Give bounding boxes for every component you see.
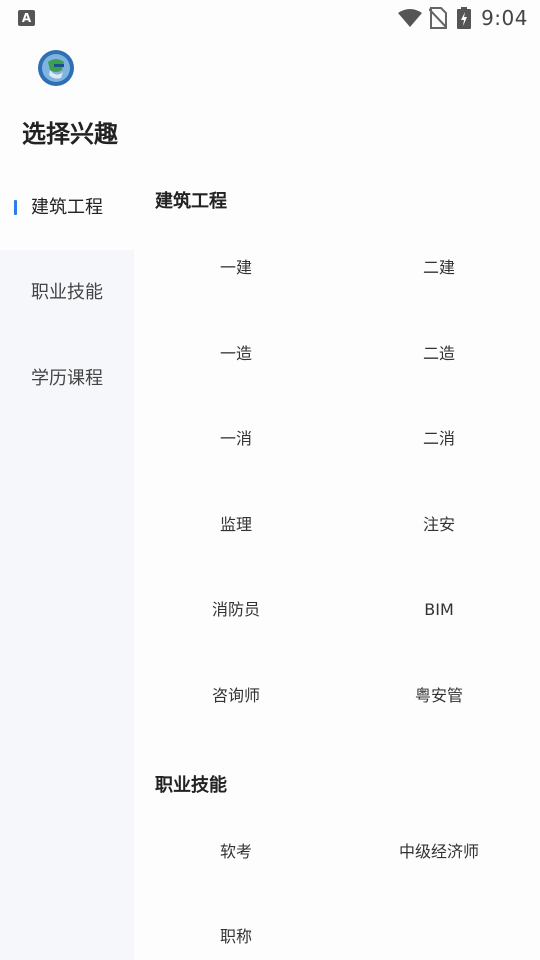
keyboard-notification-icon: A (18, 10, 35, 26)
sidebar-item-vocational-skills[interactable]: 职业技能 (0, 250, 134, 335)
interest-option[interactable]: 职称 (136, 917, 336, 957)
category-sidebar: 建筑工程 职业技能 学历课程 (0, 165, 134, 960)
status-bar: A 9:04 (0, 0, 540, 36)
sidebar-item-label: 学历课程 (31, 368, 103, 389)
interest-option[interactable]: 注安 (339, 505, 539, 545)
section-title: 建筑工程 (155, 191, 227, 212)
interest-option[interactable]: 二消 (339, 419, 539, 459)
section-title: 职业技能 (155, 775, 227, 796)
interest-option[interactable]: 中级经济师 (339, 832, 539, 872)
sidebar-item-academic-courses[interactable]: 学历课程 (0, 336, 134, 421)
status-time: 9:04 (481, 6, 528, 30)
interest-option[interactable]: 软考 (136, 832, 336, 872)
interest-option[interactable]: 一造 (136, 334, 336, 374)
no-sim-icon (429, 7, 448, 29)
app-logo-icon (38, 50, 74, 86)
interest-option[interactable]: 咨询师 (136, 676, 336, 716)
interest-selection-page: A 9:04 选择兴趣 建筑工程 职业技能 学历课程 建筑工程 一建 二建 一造… (0, 0, 540, 960)
interest-option[interactable]: 一建 (136, 248, 336, 288)
interest-option[interactable]: 消防员 (136, 590, 336, 630)
interest-option[interactable]: 二造 (339, 334, 539, 374)
sidebar-item-construction[interactable]: 建筑工程 (0, 165, 134, 250)
active-indicator (14, 200, 17, 215)
sidebar-item-label: 职业技能 (31, 282, 103, 303)
interest-option[interactable]: 粤安管 (339, 676, 539, 716)
battery-charging-icon (457, 7, 472, 29)
page-title: 选择兴趣 (22, 120, 118, 148)
interest-option[interactable]: 一消 (136, 419, 336, 459)
sidebar-item-label: 建筑工程 (31, 197, 103, 218)
interest-option[interactable]: 二建 (339, 248, 539, 288)
interest-option[interactable]: 监理 (136, 505, 336, 545)
interest-option[interactable]: BIM (339, 590, 539, 630)
wifi-icon (398, 9, 423, 27)
status-icons: 9:04 (397, 5, 528, 31)
